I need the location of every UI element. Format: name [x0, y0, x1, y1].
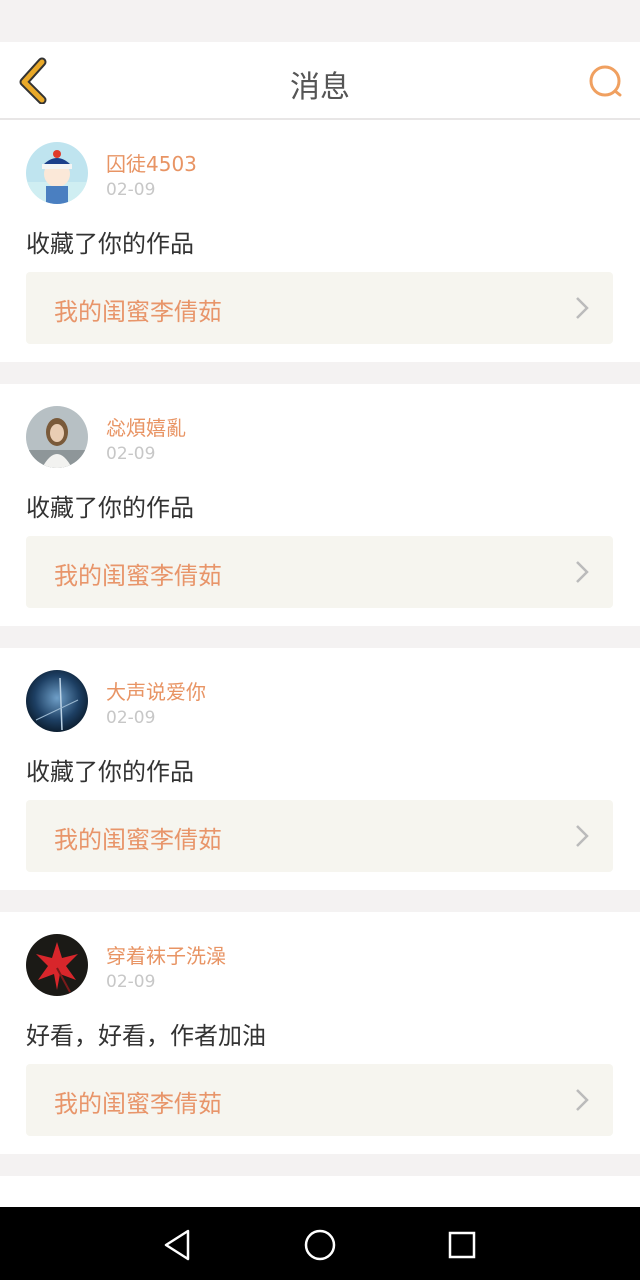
work-link[interactable]: 我的闺蜜李倩茹	[26, 536, 613, 608]
work-title: 我的闺蜜李倩茹	[54, 298, 222, 326]
message-card: 穿着袜子洗澡 02-09 好看，好看，作者加油 我的闺蜜李倩茹	[0, 912, 640, 1154]
work-link[interactable]: 我的闺蜜李倩茹	[26, 1064, 613, 1136]
avatar-cartoon-icon	[26, 142, 88, 204]
comment-text: 收藏了你的作品	[26, 230, 194, 258]
header: 消息	[0, 42, 640, 120]
username[interactable]: 大声说爱你	[106, 676, 206, 705]
avatar-photo-dark-icon	[26, 670, 88, 732]
message-date: 02-09	[106, 972, 156, 992]
status-bar	[0, 0, 640, 42]
message-card: 大声说爱你 02-09 收藏了你的作品 我的闺蜜李倩茹	[0, 648, 640, 890]
work-link[interactable]: 我的闺蜜李倩茹	[26, 800, 613, 872]
search-button[interactable]	[586, 62, 626, 102]
nav-recent-button[interactable]	[442, 1225, 482, 1265]
comment-text: 收藏了你的作品	[26, 494, 194, 522]
username[interactable]: 囚徒4503	[106, 148, 197, 177]
comment-text: 好看，好看，作者加油	[26, 1022, 266, 1050]
search-icon	[589, 65, 622, 97]
message-date: 02-09	[106, 708, 156, 728]
username[interactable]: 惢煩嬉亂	[106, 412, 186, 441]
page-title: 消息	[290, 70, 350, 105]
chevron-right-icon	[576, 1089, 589, 1111]
avatar[interactable]	[26, 934, 88, 996]
message-date: 02-09	[106, 180, 156, 200]
nav-back-icon	[164, 1229, 190, 1261]
system-navigation-bar	[0, 1207, 640, 1280]
message-list[interactable]: 囚徒4503 02-09 收藏了你的作品 我的闺蜜李倩茹 惢煩嬉亂 02-09 …	[0, 120, 640, 1207]
work-title: 我的闺蜜李倩茹	[54, 1090, 222, 1118]
nav-home-icon	[304, 1229, 336, 1261]
message-card: 囚徒4503 02-09 收藏了你的作品 我的闺蜜李倩茹	[0, 120, 640, 362]
message-date: 02-09	[106, 444, 156, 464]
chevron-right-icon	[576, 297, 589, 319]
message-card: 惢煩嬉亂 02-09 收藏了你的作品 我的闺蜜李倩茹	[0, 384, 640, 626]
avatar[interactable]	[26, 406, 88, 468]
comment-text: 收藏了你的作品	[26, 758, 194, 786]
work-link[interactable]: 我的闺蜜李倩茹	[26, 272, 613, 344]
nav-home-button[interactable]	[300, 1225, 340, 1265]
work-title: 我的闺蜜李倩茹	[54, 562, 222, 590]
chevron-right-icon	[576, 825, 589, 847]
avatar[interactable]	[26, 142, 88, 204]
avatar-photo-girl-icon	[26, 406, 88, 468]
username[interactable]: 穿着袜子洗澡	[106, 940, 226, 969]
nav-back-button[interactable]	[158, 1225, 198, 1265]
chevron-right-icon	[576, 561, 589, 583]
avatar[interactable]	[26, 670, 88, 732]
message-card-partial	[0, 1176, 640, 1207]
nav-recent-icon	[448, 1231, 476, 1259]
avatar-red-leaf-icon	[26, 934, 88, 996]
work-title: 我的闺蜜李倩茹	[54, 826, 222, 854]
